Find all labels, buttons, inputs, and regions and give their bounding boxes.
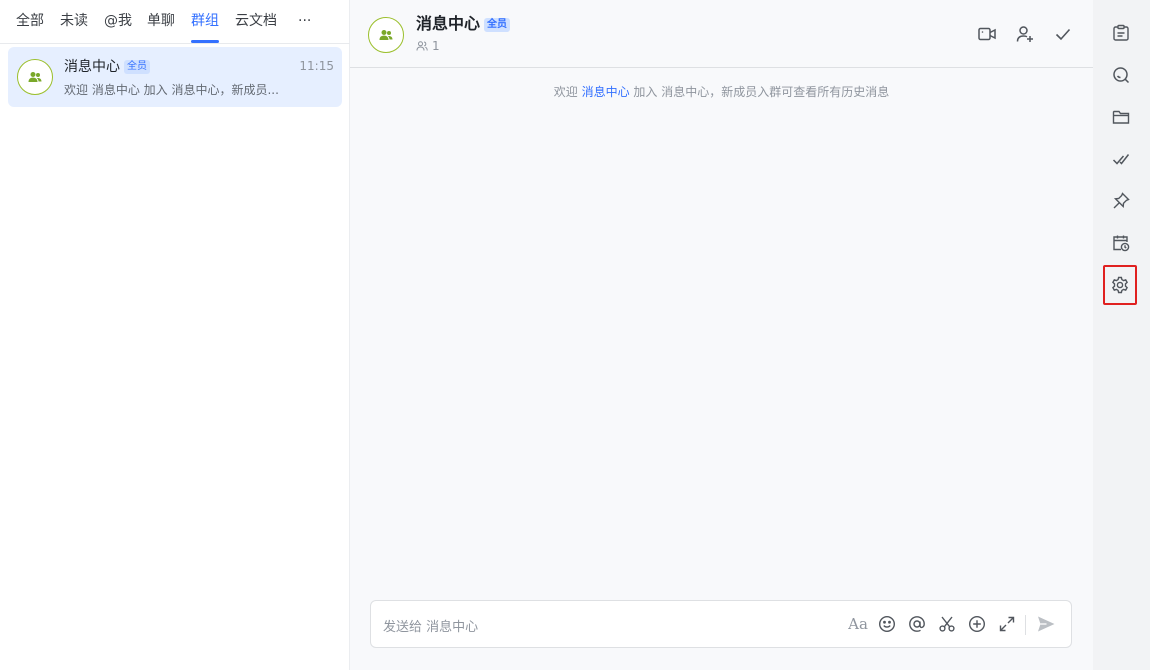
all-members-badge: 全员 [484,18,511,32]
check-icon [1055,28,1071,41]
send-button[interactable] [1035,613,1057,635]
format-button[interactable]: Aa [847,613,869,635]
folder-icon [1112,110,1130,124]
done-button[interactable] [1052,23,1074,45]
chat-title-text: 消息中心 [416,14,481,33]
toolbar-divider [1025,615,1026,635]
tab-groups[interactable]: 群组 [191,12,219,43]
settings-icon [1112,276,1128,294]
emoji-icon [878,615,896,633]
conversation-panel: 全部 未读 @我 单聊 群组 云文档 ··· 消息中心 全员 11:15 欢迎 消… [0,0,350,670]
files-button[interactable] [1110,106,1132,128]
mention-button[interactable] [906,613,928,635]
system-message-prefix: 欢迎 [553,85,578,99]
emoji-button[interactable] [876,613,898,635]
settings-button[interactable] [1103,265,1137,305]
add-member-icon [1016,26,1033,42]
send-icon [1038,616,1055,632]
all-members-badge: 全员 [124,60,150,74]
tab-cloud-docs[interactable]: 云文档 [235,12,277,34]
video-call-icon [978,27,996,41]
format-icon: Aa [848,615,868,633]
more-actions-button[interactable] [966,613,988,635]
conversation-preview: 欢迎 消息中心 加入 消息中心，新成员... [64,83,279,97]
group-icon [28,72,42,82]
member-count-value: 1 [432,39,440,53]
task-icon [1112,154,1130,165]
search-button[interactable] [1110,64,1132,86]
add-member-button[interactable] [1014,23,1036,45]
conversation-name: 消息中心 全员 [64,58,150,76]
chat-area: 消息中心 全员 1 欢迎 消息中心 加入 消息中心，新成员入群可查看所有历史消息… [350,0,1093,670]
tab-all[interactable]: 全部 [16,12,44,34]
conversation-title: 消息中心 [64,59,120,75]
tasks-button[interactable] [1110,148,1132,170]
system-message-link[interactable]: 消息中心 [582,85,630,99]
video-call-button[interactable] [976,23,998,45]
right-sidebar [1093,0,1150,670]
conversation-item[interactable]: 消息中心 全员 11:15 欢迎 消息中心 加入 消息中心，新成员... [8,47,342,107]
message-input-placeholder[interactable]: 发送给 消息中心 [383,616,478,635]
message-input-box[interactable]: 发送给 消息中心 Aa [370,600,1072,648]
tab-mentions[interactable]: @我 [104,12,132,34]
scissors-icon [939,616,955,632]
conversation-time: 11:15 [299,59,334,73]
tab-direct[interactable]: 单聊 [147,12,175,34]
tab-unread[interactable]: 未读 [60,12,88,34]
system-message: 欢迎 消息中心 加入 消息中心，新成员入群可查看所有历史消息 [350,83,1093,100]
plus-circle-icon [968,615,986,633]
calendar-button[interactable] [1110,232,1132,254]
pin-icon [1113,192,1130,209]
pin-button[interactable] [1110,190,1132,212]
search-icon [1113,67,1130,84]
chat-avatar[interactable] [368,17,404,53]
mention-icon [909,616,925,632]
calendar-icon [1113,235,1130,252]
announcement-button[interactable] [1110,22,1132,44]
screenshot-button[interactable] [936,613,958,635]
expand-icon [999,616,1015,632]
chat-header: 消息中心 全员 1 [350,0,1093,68]
announcement-icon [1113,24,1129,41]
member-count[interactable]: 1 [416,39,440,53]
members-icon [416,41,428,51]
chat-title[interactable]: 消息中心 全员 [416,14,511,34]
tab-more[interactable]: ··· [298,12,311,34]
expand-button[interactable] [996,613,1018,635]
group-icon [379,30,393,40]
system-message-suffix: 加入 消息中心，新成员入群可查看所有历史消息 [633,85,890,99]
filter-tabs: 全部 未读 @我 单聊 群组 云文档 ··· [0,0,350,44]
group-avatar [17,59,53,95]
